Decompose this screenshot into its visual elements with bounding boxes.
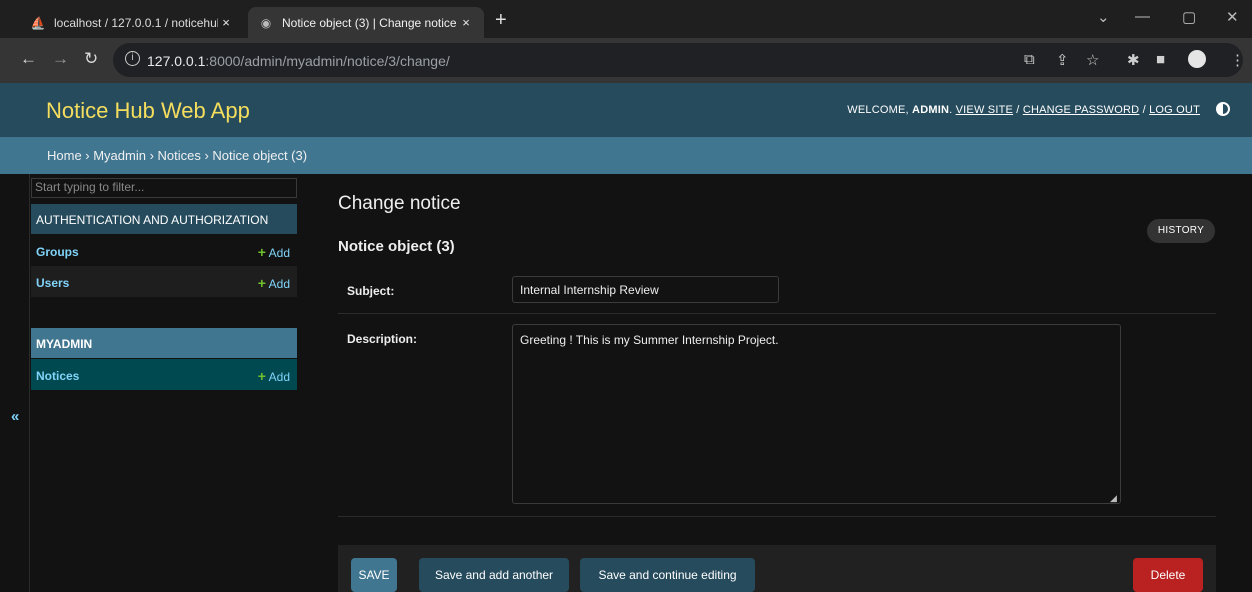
divider xyxy=(338,313,1216,314)
browser-tab-phpmyadmin[interactable]: ⛵ localhost / 127.0.0.1 / noticehub × xyxy=(20,7,244,38)
description-field[interactable]: Greeting ! This is my Summer Internship … xyxy=(512,324,1121,504)
forward-icon[interactable]: → xyxy=(52,49,69,69)
extensions-icon[interactable]: ✱ xyxy=(1127,51,1140,69)
url-host: 127.0.0.1 xyxy=(147,53,206,69)
delete-button[interactable]: Delete xyxy=(1133,558,1203,592)
restore-icon[interactable]: ▢ xyxy=(1182,8,1196,26)
change-password-link[interactable]: CHANGE PASSWORD xyxy=(1023,104,1139,116)
add-label: Add xyxy=(268,370,290,384)
admin-header: Notice Hub Web App WELCOME, ADMIN. VIEW … xyxy=(0,83,1252,137)
view-site-link[interactable]: VIEW SITE xyxy=(956,104,1013,116)
add-label: Add xyxy=(268,246,290,260)
breadcrumb: Home › Myadmin › Notices › Notice object… xyxy=(0,137,1252,174)
phpmyadmin-icon: ⛵ xyxy=(30,15,46,30)
window-close-icon[interactable]: ✕ xyxy=(1226,8,1239,26)
avatar[interactable] xyxy=(1188,50,1206,68)
breadcrumb-text[interactable]: Home › Myadmin › Notices › Notice object… xyxy=(47,148,307,163)
url-path: :8000/admin/myadmin/notice/3/change/ xyxy=(205,53,450,69)
log-out-link[interactable]: LOG OUT xyxy=(1149,104,1200,116)
minimize-icon[interactable]: — xyxy=(1135,8,1150,25)
reload-icon[interactable]: ↻ xyxy=(84,49,98,69)
plus-icon: + xyxy=(257,368,266,384)
module-caption-auth[interactable]: AUTHENTICATION AND AUTHORIZATION xyxy=(31,204,297,234)
save-button[interactable]: SAVE xyxy=(351,558,397,592)
star-icon[interactable]: ☆ xyxy=(1086,51,1099,69)
sidebar-item-label[interactable]: Groups xyxy=(36,245,79,259)
divider xyxy=(338,516,1216,517)
close-icon[interactable]: × xyxy=(218,15,234,30)
site-brand[interactable]: Notice Hub Web App xyxy=(46,98,250,124)
translate-icon[interactable]: ⧉ xyxy=(1024,51,1035,68)
user-tools: WELCOME, ADMIN. VIEW SITE / CHANGE PASSW… xyxy=(847,104,1200,116)
sidebar-item-groups[interactable]: Groups + Add xyxy=(31,235,297,266)
close-icon[interactable]: × xyxy=(458,15,474,30)
theme-toggle-icon[interactable] xyxy=(1216,102,1230,116)
object-title: Notice object (3) xyxy=(338,238,455,255)
sidebar-item-label[interactable]: Users xyxy=(36,276,69,290)
sidebar-item-notices[interactable]: Notices + Add xyxy=(31,359,297,390)
module-caption-myadmin[interactable]: MYADMIN xyxy=(31,328,297,358)
back-icon[interactable]: ← xyxy=(20,49,37,69)
browser-tab-active[interactable]: ◉ Notice object (3) | Change notice × xyxy=(248,7,484,38)
submit-row: SAVE Save and add another Save and conti… xyxy=(338,545,1216,592)
globe-icon: ◉ xyxy=(260,15,272,30)
page-title: Change notice xyxy=(338,193,461,214)
resize-handle-icon[interactable]: ◢ xyxy=(1110,493,1117,504)
url-text[interactable]: 127.0.0.1:8000/admin/myadmin/notice/3/ch… xyxy=(147,53,450,69)
plus-icon: + xyxy=(257,244,266,260)
subject-label: Subject: xyxy=(347,284,395,298)
info-icon[interactable]: i xyxy=(125,51,140,66)
description-label: Description: xyxy=(347,332,418,346)
welcome-text: WELCOME, xyxy=(847,104,909,116)
tab-title: localhost / 127.0.0.1 / noticehub xyxy=(54,15,218,30)
browser-tabbar: ⛵ localhost / 127.0.0.1 / noticehub × ◉ … xyxy=(0,0,1252,38)
menu-icon[interactable]: ⋮ xyxy=(1230,51,1245,69)
sidebar-item-users[interactable]: Users + Add xyxy=(31,266,297,297)
sidebar-toggle[interactable]: « xyxy=(0,174,30,592)
add-users-button[interactable]: + Add xyxy=(258,275,290,291)
tab-title: Notice object (3) | Change notice xyxy=(282,15,457,30)
subject-field[interactable]: Internal Internship Review xyxy=(512,276,779,303)
save-and-add-another-button[interactable]: Save and add another xyxy=(419,558,569,592)
chevron-down-icon[interactable]: ⌄ xyxy=(1097,8,1110,26)
new-tab-button[interactable]: + xyxy=(495,9,507,32)
sidebar-filter-input[interactable]: Start typing to filter... xyxy=(31,178,297,198)
history-button[interactable]: HISTORY xyxy=(1147,219,1215,243)
sidebar-item-label[interactable]: Notices xyxy=(36,369,79,383)
username: ADMIN xyxy=(912,104,950,116)
share-icon[interactable]: ⇪ xyxy=(1056,51,1069,69)
sidepanel-icon[interactable]: ■ xyxy=(1156,51,1165,68)
save-and-continue-button[interactable]: Save and continue editing xyxy=(580,558,755,592)
add-groups-button[interactable]: + Add xyxy=(258,244,290,260)
collapse-icon[interactable]: « xyxy=(11,408,19,425)
add-notices-button[interactable]: + Add xyxy=(258,368,290,384)
plus-icon: + xyxy=(257,275,266,291)
add-label: Add xyxy=(268,277,290,291)
